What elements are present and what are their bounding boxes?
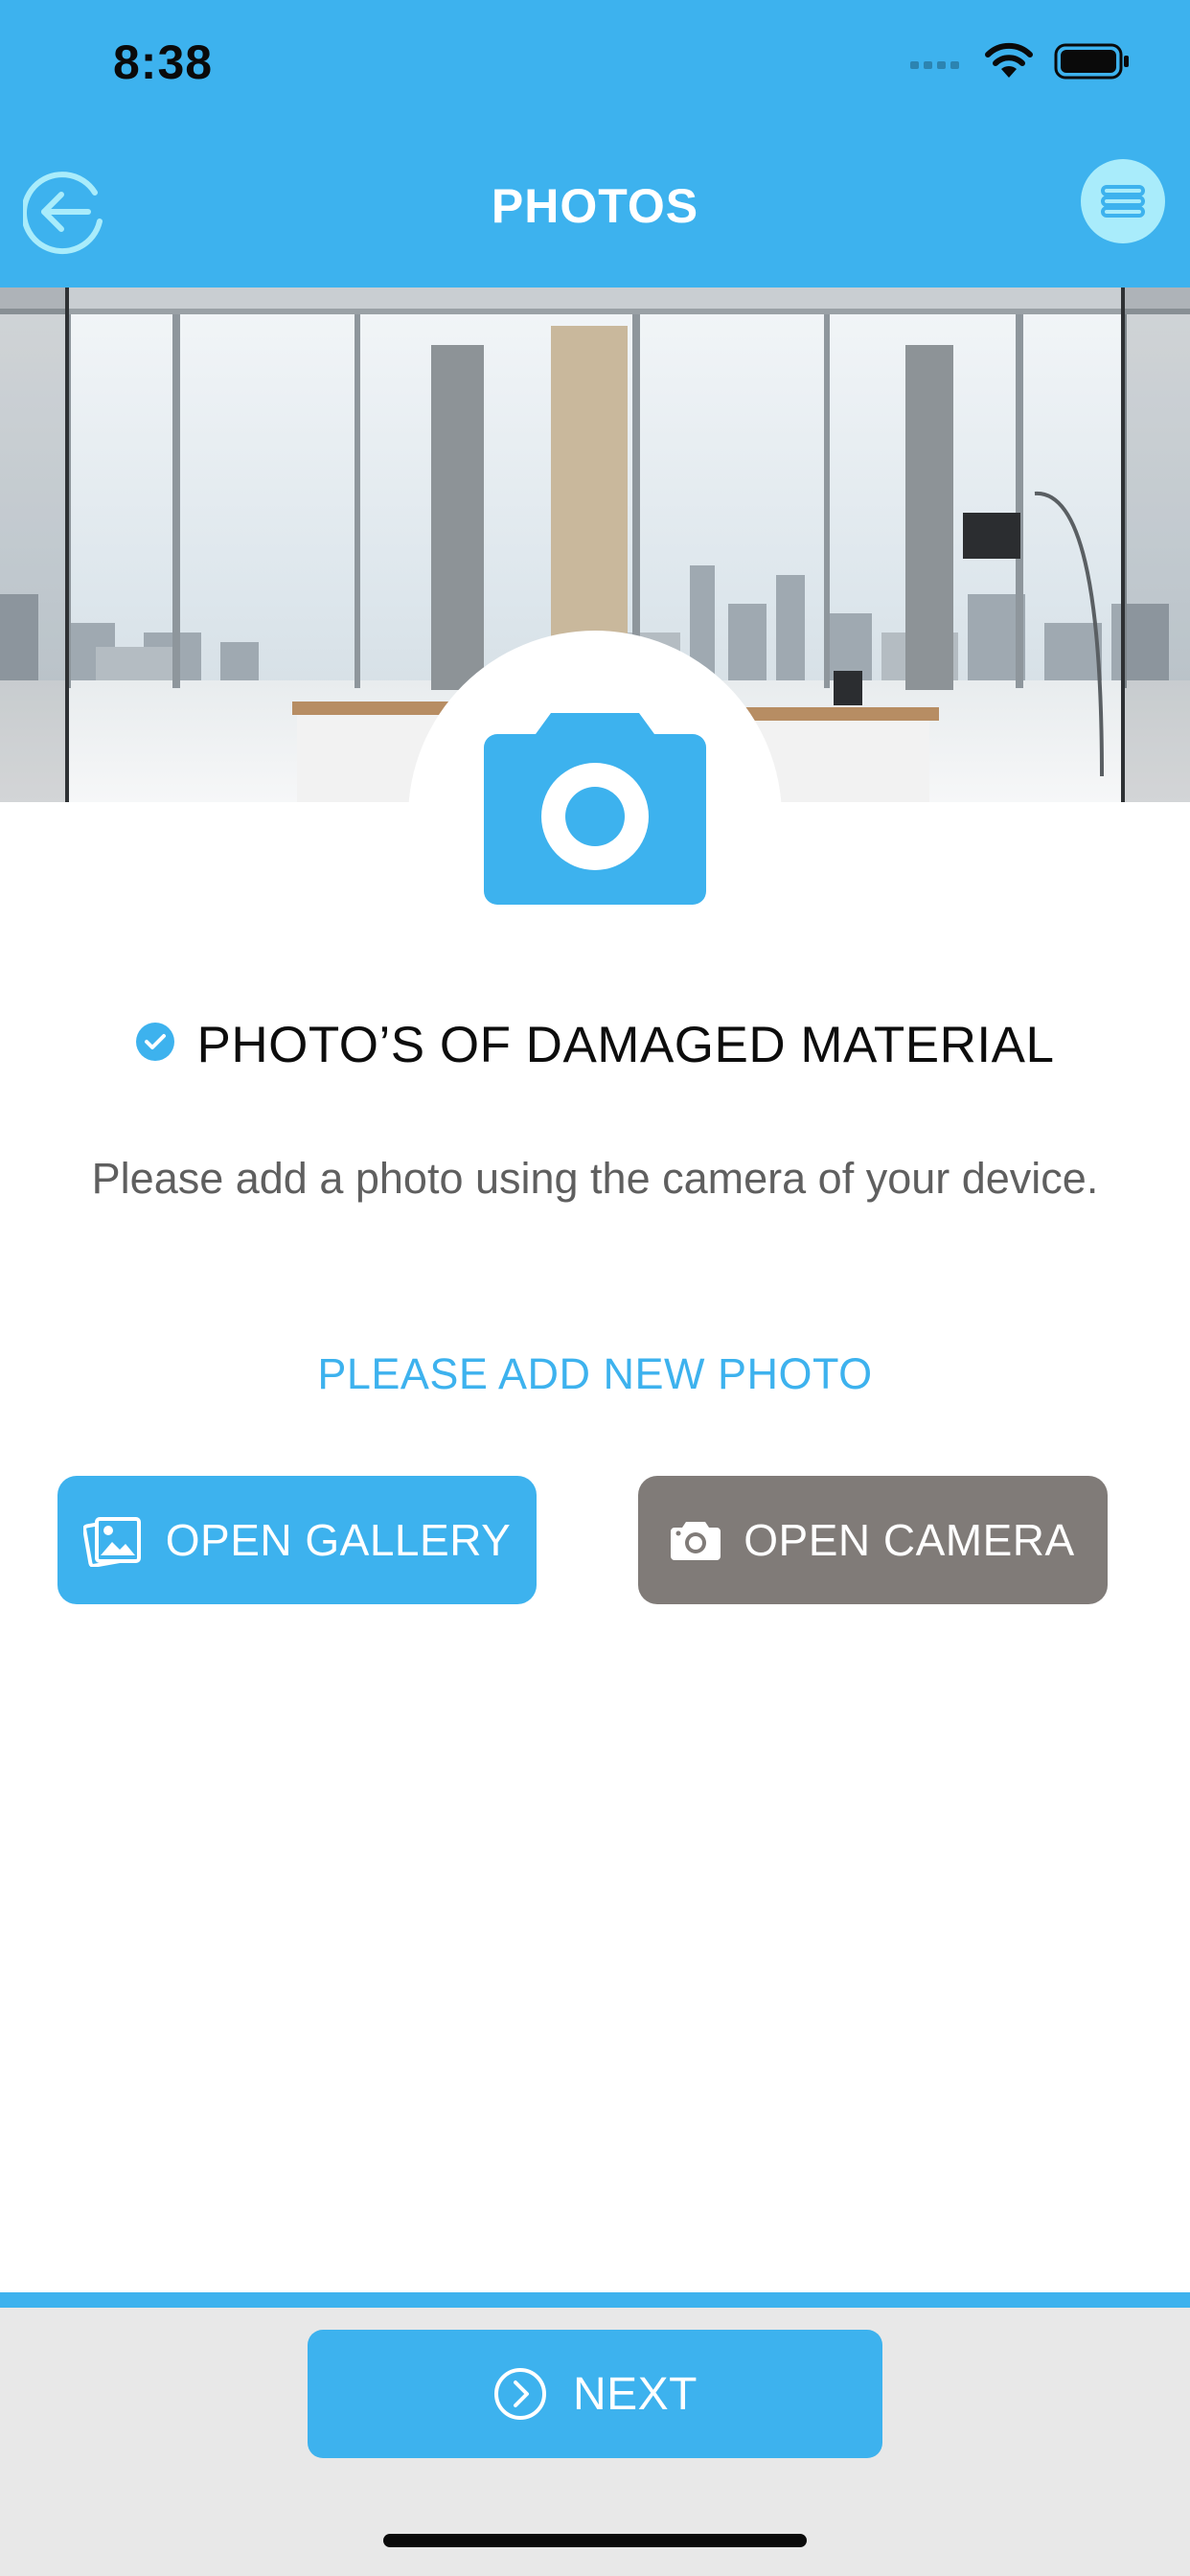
next-label: NEXT <box>572 2368 698 2420</box>
gallery-icon <box>82 1517 141 1567</box>
check-circle-icon <box>135 1022 174 1061</box>
next-button[interactable]: NEXT <box>308 2330 882 2458</box>
open-gallery-label: OPEN GALLERY <box>165 1515 512 1565</box>
footer-divider <box>0 2292 1190 2308</box>
open-gallery-button[interactable]: OPEN GALLERY <box>57 1476 537 1604</box>
open-camera-label: OPEN CAMERA <box>744 1515 1075 1565</box>
wifi-icon <box>985 42 1033 78</box>
home-indicator[interactable] <box>383 2534 807 2547</box>
app-header: 8:38 PHOTOS <box>0 0 1190 288</box>
status-icons <box>910 42 1131 80</box>
open-camera-button[interactable]: OPEN CAMERA <box>638 1476 1108 1604</box>
section-title: PHOTO’S OF DAMAGED MATERIAL <box>196 1017 1055 1073</box>
description-text: Please add a photo using the camera of y… <box>91 1154 1099 1203</box>
page-title: PHOTOS <box>491 179 699 233</box>
camera-icon <box>671 1522 721 1560</box>
menu-button[interactable] <box>1081 159 1165 243</box>
hamburger-menu-icon <box>1101 185 1145 218</box>
status-time: 8:38 <box>113 35 214 89</box>
camera-icon <box>484 713 706 905</box>
battery-icon <box>1054 43 1129 80</box>
cellular-signal-icon <box>910 61 959 69</box>
add-new-photo-link[interactable]: PLEASE ADD NEW PHOTO <box>0 1349 1190 1399</box>
section-header: PHOTO’S OF DAMAGED MATERIAL <box>0 1016 1190 1074</box>
chevron-right-circle-icon <box>493 2368 546 2420</box>
